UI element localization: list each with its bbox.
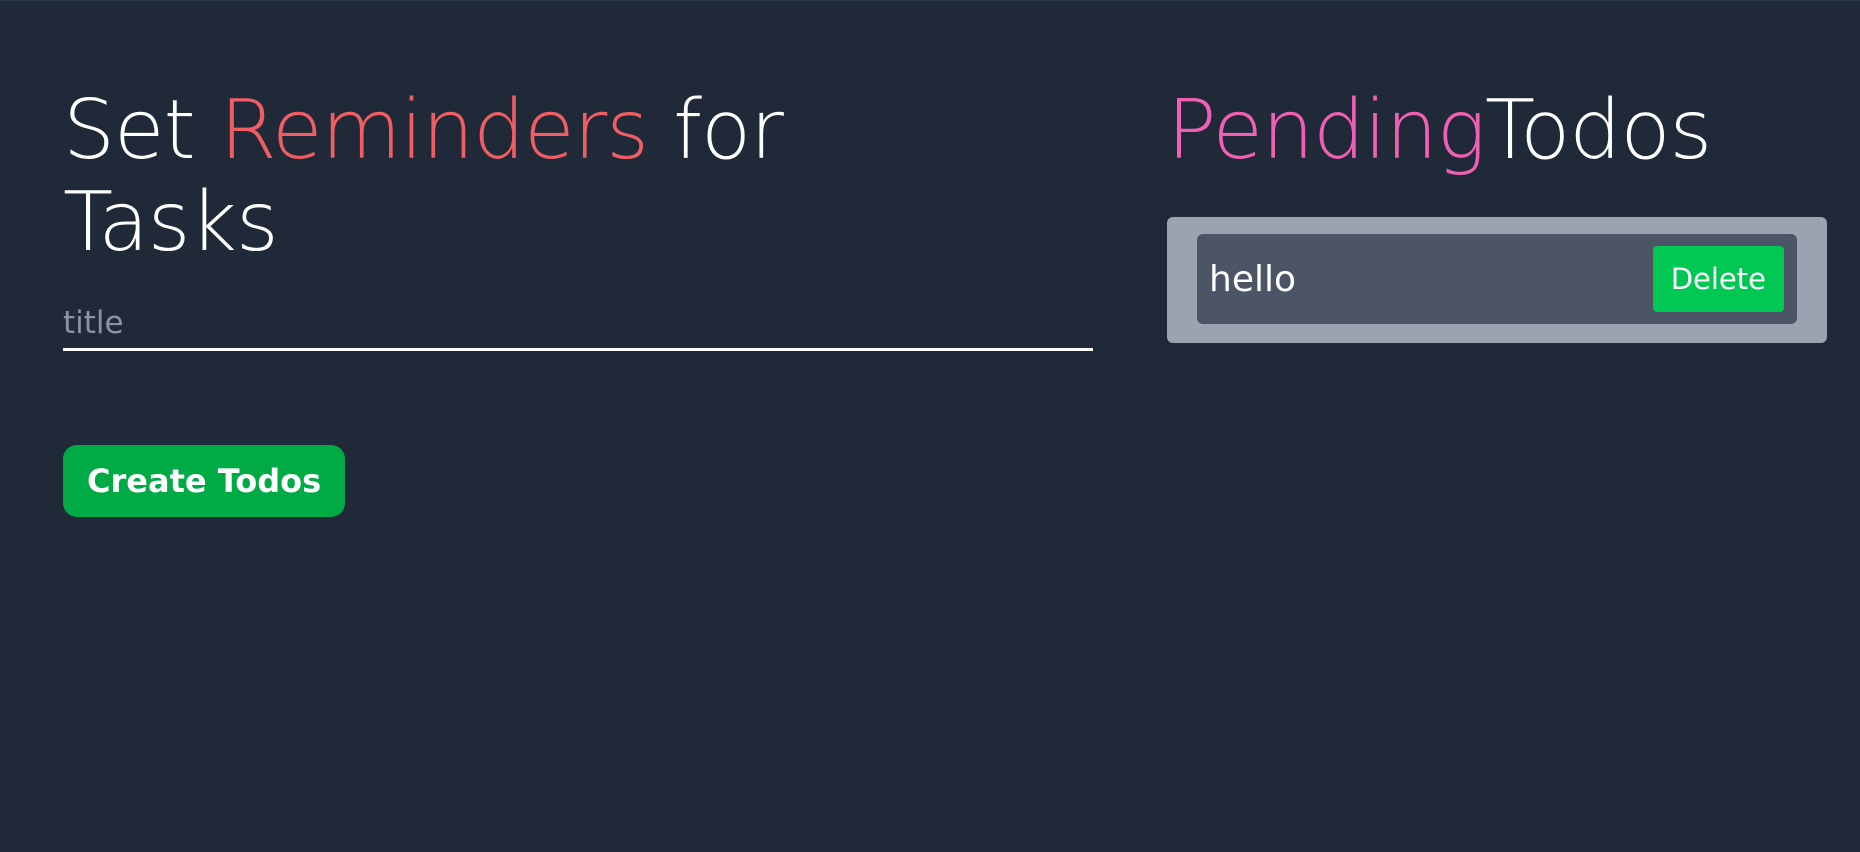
title-input[interactable] (63, 303, 1093, 351)
heading-text-todos: Todos (1484, 83, 1712, 178)
app-page: Set Reminders for Tasks Create Todos Pend… (0, 0, 1860, 852)
pending-heading: PendingTodos (1167, 85, 1827, 177)
create-todo-form: Set Reminders for Tasks Create Todos (63, 85, 1093, 517)
pending-todos-section: PendingTodos hello Delete (1167, 85, 1827, 343)
heading-text-set: Set (63, 83, 220, 178)
heading-text-reminders: Reminders (219, 83, 649, 178)
create-todos-button[interactable]: Create Todos (63, 445, 346, 517)
heading-text-tasks: Tasks (63, 175, 279, 270)
todo-title: hello (1209, 258, 1296, 300)
heading-text-for: for (648, 83, 784, 178)
form-heading: Set Reminders for Tasks (63, 85, 1093, 269)
todo-list: hello Delete (1167, 217, 1827, 343)
heading-text-pending: Pending (1167, 83, 1486, 178)
delete-button[interactable]: Delete (1652, 246, 1784, 312)
todo-item: hello Delete (1197, 234, 1797, 324)
